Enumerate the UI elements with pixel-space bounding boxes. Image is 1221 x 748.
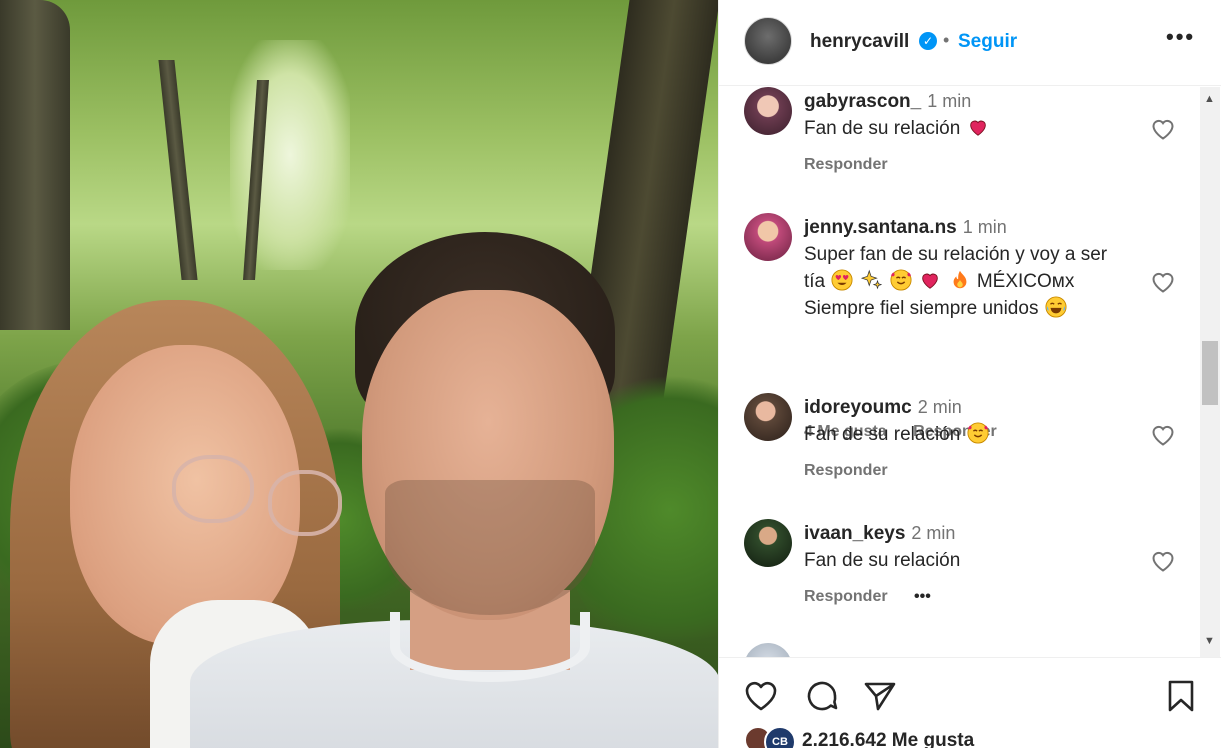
author-username[interactable]: henrycavill xyxy=(810,31,909,53)
likes-count[interactable]: 2.216.642 Me gusta xyxy=(802,730,974,748)
reply-button[interactable]: Responder xyxy=(804,588,888,605)
scroll-up-arrow-icon[interactable]: ▲ xyxy=(1204,93,1215,105)
scrollbar-thumb[interactable] xyxy=(1202,341,1218,405)
post-side-panel: henrycavill ✓ • Seguir ••• gabyrascon_ 1 … xyxy=(718,0,1221,748)
photo-glasses xyxy=(268,470,342,536)
commenter-username[interactable]: gabyrascon_ 1 min xyxy=(804,91,971,113)
commenter-username[interactable]: jenny.santana.ns 1 min xyxy=(804,217,1007,239)
comment-actions: Responder xyxy=(804,156,910,174)
red-heart-emoji xyxy=(922,273,939,289)
comment-time: 2 min xyxy=(917,397,962,417)
like-comment-heart-icon[interactable] xyxy=(1150,270,1176,294)
photo-glasses xyxy=(172,455,254,523)
comment-actions: Responder xyxy=(804,462,910,480)
post-actions-bar: CB 2.216.642 Me gusta xyxy=(719,657,1221,748)
photo-collar xyxy=(390,612,590,682)
more-icon[interactable]: ••• xyxy=(1166,24,1195,50)
tears-of-joy-emoji xyxy=(1045,296,1067,318)
fire-emoji xyxy=(953,270,966,289)
commenter-avatar[interactable] xyxy=(744,87,792,135)
commenter-username[interactable]: idoreyoumc 2 min xyxy=(804,397,962,419)
comment-text: Fan de su relación xyxy=(804,421,1149,448)
red-heart-emoji xyxy=(969,120,986,136)
comment-text: Fan de su relación xyxy=(804,115,1149,142)
follow-button[interactable]: Seguir xyxy=(958,31,1017,53)
share-icon[interactable] xyxy=(862,678,898,714)
reply-button[interactable]: Responder xyxy=(804,462,888,479)
scroll-down-arrow-icon[interactable]: ▼ xyxy=(1204,635,1215,647)
like-comment-heart-icon[interactable] xyxy=(1150,423,1176,447)
comment-time: 1 min xyxy=(962,217,1007,237)
heart-icon[interactable] xyxy=(743,678,779,714)
comments-scrollbar[interactable]: ▲ ▼ xyxy=(1200,87,1220,657)
post-photo[interactable] xyxy=(0,0,718,748)
comment-text: Fan de su relación xyxy=(804,550,961,571)
verified-icon: ✓ xyxy=(919,32,937,50)
comment-actions: Responder ••• xyxy=(804,588,953,606)
author-avatar[interactable] xyxy=(744,17,792,65)
commenter-avatar[interactable] xyxy=(744,393,792,441)
bookmark-icon[interactable] xyxy=(1163,678,1199,714)
comment-icon[interactable] xyxy=(804,678,840,714)
smiling-hearts-emoji xyxy=(967,422,989,444)
photo-man-beard xyxy=(385,480,595,615)
sparkles-emoji xyxy=(860,269,883,290)
comments-list[interactable]: gabyrascon_ 1 min Fan de su relación Resp… xyxy=(719,87,1221,657)
comment-time: 1 min xyxy=(927,91,972,111)
comment-options-icon[interactable]: ••• xyxy=(914,588,931,605)
commenter-avatar[interactable] xyxy=(744,213,792,261)
commenter-username[interactable]: ivaan_keys 2 min xyxy=(804,523,955,545)
comment-text: Super fan de su relación y voy a ser tía… xyxy=(804,244,1108,319)
photo-tree xyxy=(158,60,198,280)
reply-button[interactable]: Responder xyxy=(804,156,888,173)
like-comment-heart-icon[interactable] xyxy=(1150,117,1176,141)
commenter-avatar[interactable] xyxy=(744,643,792,657)
comment-time: 2 min xyxy=(911,523,956,543)
smiling-hearts-emoji xyxy=(890,269,912,291)
heart-eyes-emoji xyxy=(831,269,853,291)
post-header: henrycavill ✓ • Seguir ••• xyxy=(719,0,1221,86)
like-comment-heart-icon[interactable] xyxy=(1150,549,1176,573)
liker-avatar[interactable]: CB xyxy=(764,726,796,748)
photo-tree xyxy=(0,0,70,330)
commenter-avatar[interactable] xyxy=(744,519,792,567)
separator-dot: • xyxy=(943,30,950,50)
